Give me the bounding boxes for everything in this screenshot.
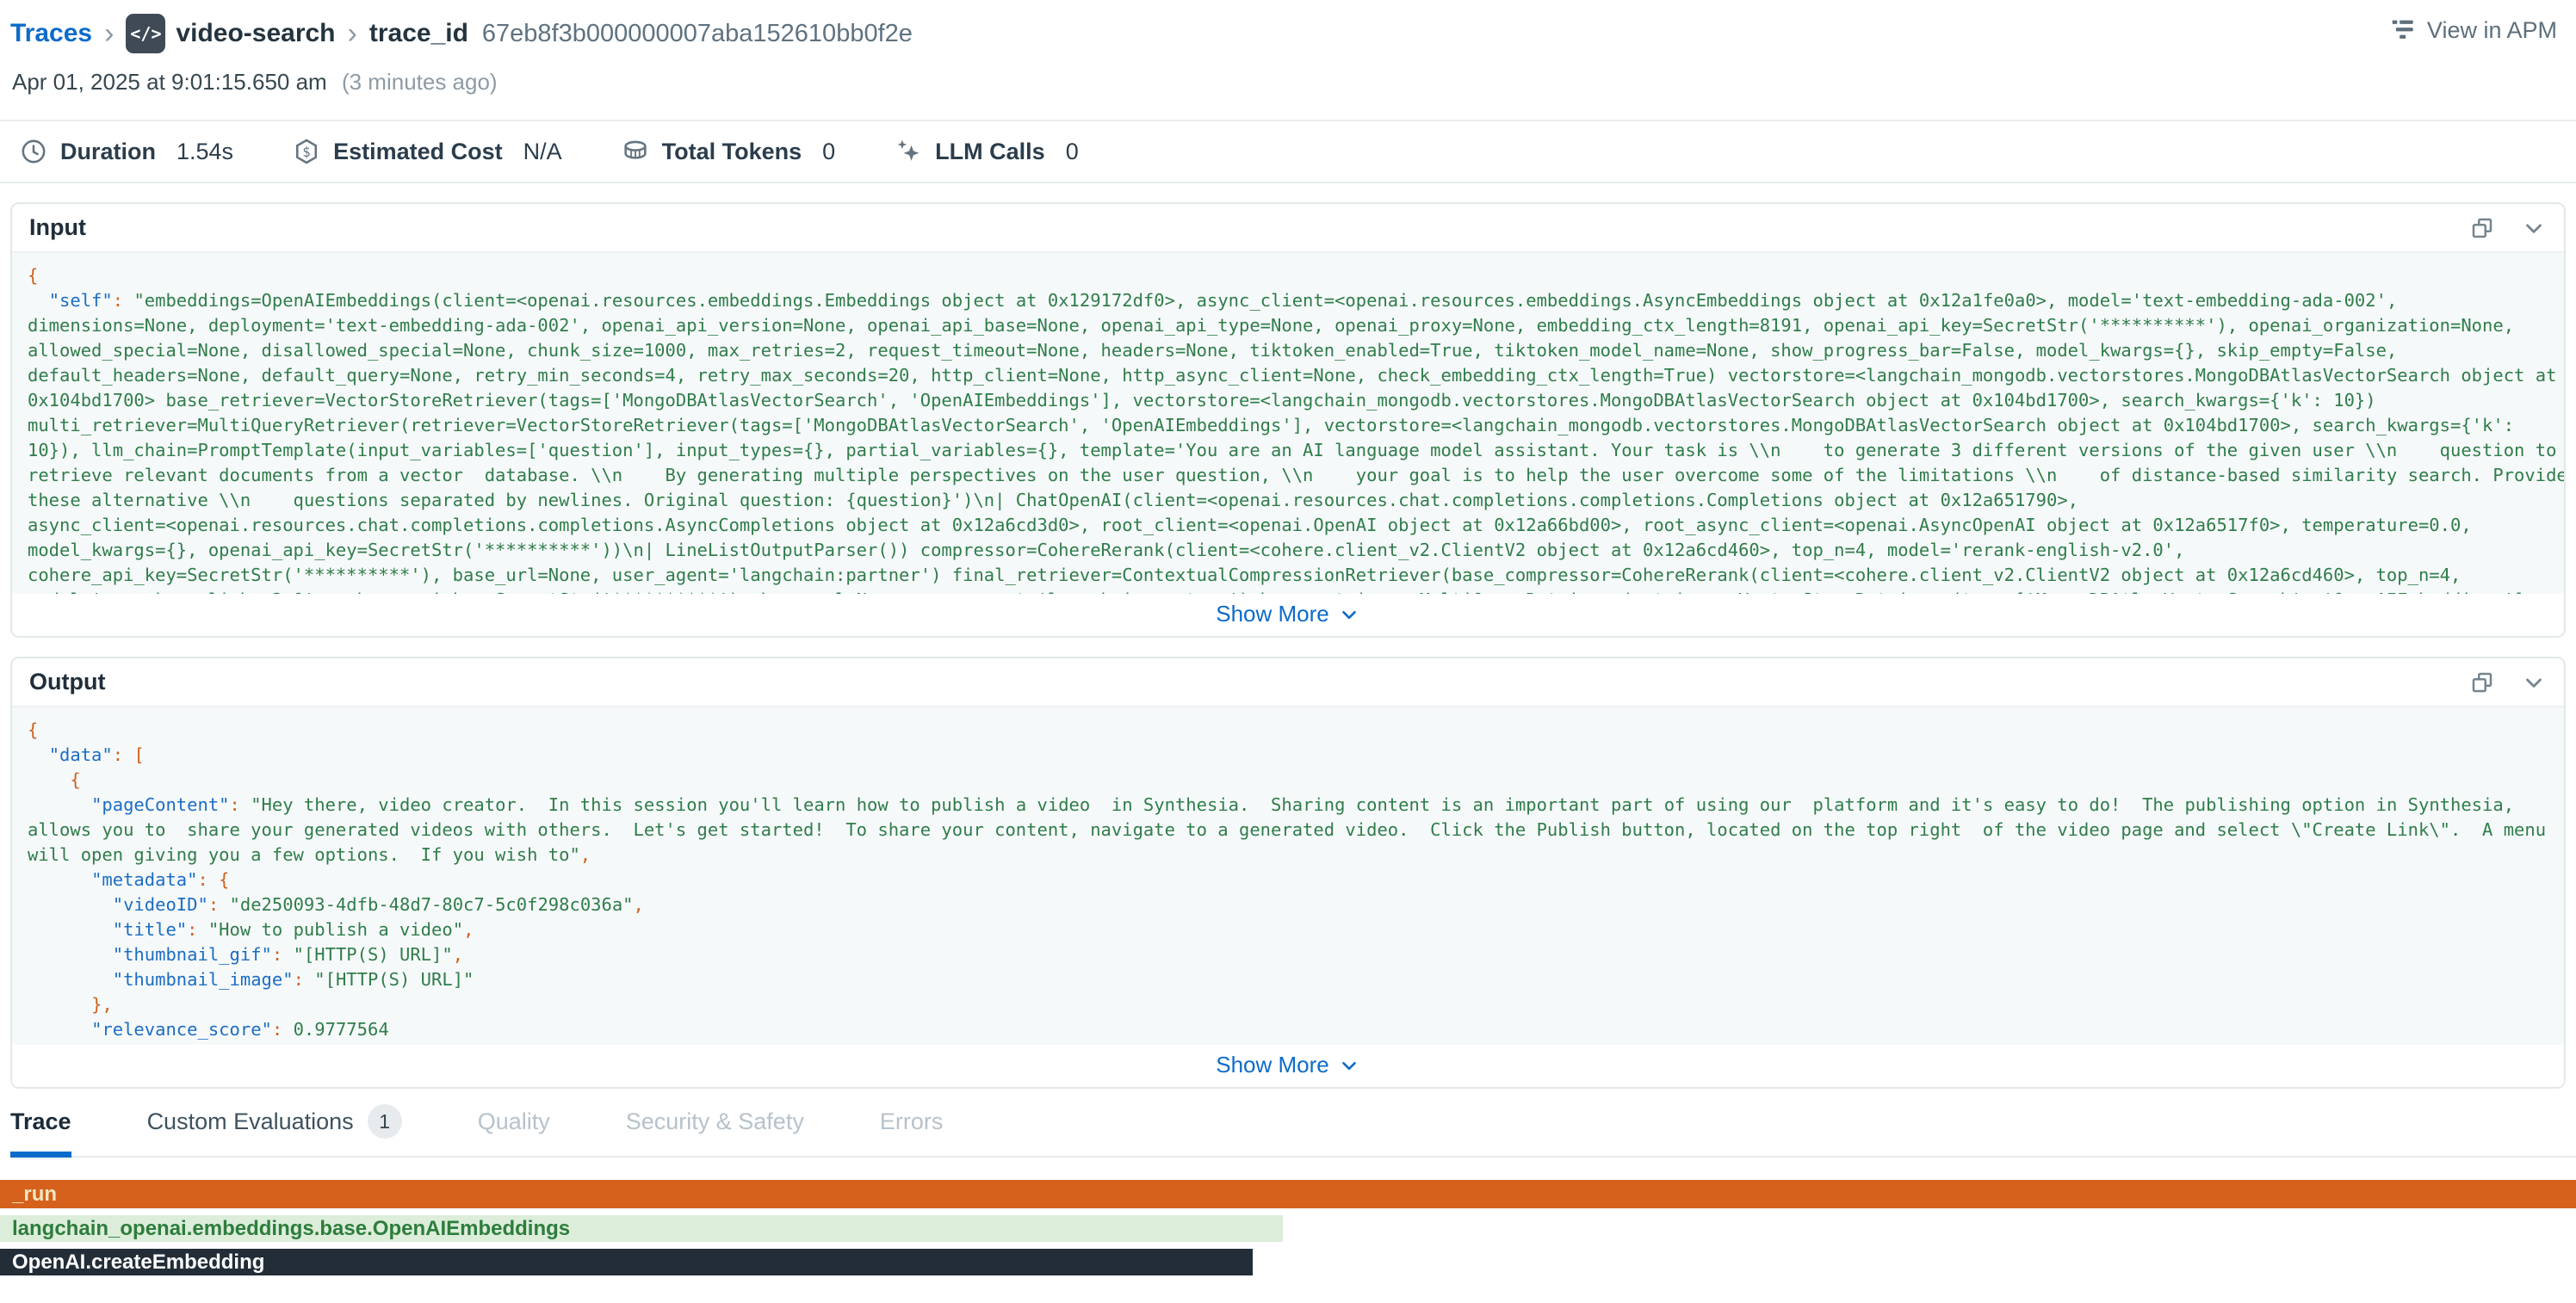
code-line: "relevance_score": 0.9777564 <box>28 1017 2548 1042</box>
metric-item: $ Estimated Cost N/A <box>292 137 562 166</box>
tab-label: Trace <box>10 1108 71 1135</box>
metric-item: LLM Calls 0 <box>894 137 1079 166</box>
metric-value: 0 <box>1066 139 1079 165</box>
output-panel-header: Output <box>12 658 2564 707</box>
input-show-more-button[interactable]: Show More <box>1216 601 1360 627</box>
flamegraph-icon <box>2387 15 2417 45</box>
input-panel-footer: Show More <box>12 594 2564 636</box>
code-line: "thumbnail_gif": "[HTTP(S) URL]", <box>28 942 2548 967</box>
trace-id-value: 67eb8f3b000000007aba152610bb0f2e <box>482 20 913 48</box>
trace-span-list: _run langchain_openai.embeddings.base.Op… <box>0 1180 2576 1275</box>
tab-errors[interactable]: Errors <box>880 1104 944 1156</box>
code-line: model='rerank-english-v2.0', cohere_api_… <box>28 588 2548 594</box>
tab-security-safety[interactable]: Security & Safety <box>626 1104 804 1156</box>
breadcrumb-service[interactable]: video-search <box>176 19 335 48</box>
output-panel-footer: Show More <box>12 1045 2564 1087</box>
tab-label: Security & Safety <box>626 1108 804 1135</box>
breadcrumb-traces-link[interactable]: Traces <box>10 19 92 48</box>
chevron-down-icon[interactable] <box>2521 215 2547 241</box>
code-line: retrieve relevant documents from a vecto… <box>28 463 2548 488</box>
metric-item: Duration 1.54s <box>19 137 233 166</box>
output-show-more-button[interactable]: Show More <box>1216 1052 1360 1078</box>
code-app-icon: </> <box>126 14 165 53</box>
span-label: langchain_openai.embeddings.base.OpenAIE… <box>12 1217 570 1241</box>
code-line: { <box>28 718 2548 743</box>
metric-label: LLM Calls <box>935 139 1045 165</box>
trace-span-bar[interactable]: OpenAI.createEmbedding <box>0 1249 1253 1275</box>
metric-label: Duration <box>60 139 156 165</box>
code-line: "videoID": "de250093-4dfb-48d7-80c7-5c0f… <box>28 892 2548 917</box>
output-panel: Output { "data": [ { "pageContent": "Hey… <box>10 657 2566 1089</box>
code-line: dimensions=None, deployment='text-embedd… <box>28 313 2548 338</box>
tab-label: Custom Evaluations <box>147 1108 354 1135</box>
detail-tabs: Trace Custom Evaluations 1 Quality Secur… <box>10 1104 2576 1158</box>
code-line: multi_retriever=MultiQueryRetriever(retr… <box>28 413 2548 438</box>
span-label: _run <box>12 1183 57 1207</box>
metric-value: 1.54s <box>176 139 233 165</box>
code-line: model_kwargs={}, openai_api_key=SecretSt… <box>28 538 2548 563</box>
tab-label: Errors <box>880 1108 944 1135</box>
svg-text:$: $ <box>302 145 310 160</box>
input-panel: Input { "self": "embeddings=OpenAIEmbedd… <box>10 202 2566 638</box>
trace-id-label: trace_id <box>369 19 468 48</box>
trace-timestamp: Apr 01, 2025 at 9:01:15.650 am <box>12 69 327 95</box>
metric-label: Total Tokens <box>662 139 802 165</box>
view-in-apm-label: View in APM <box>2427 17 2557 44</box>
code-line: "thumbnail_image": "[HTTP(S) URL]" <box>28 967 2548 992</box>
chevron-right-icon: › <box>102 21 115 46</box>
trace-span-bar[interactable]: _run <box>0 1180 2576 1208</box>
metric-value: 0 <box>822 139 835 165</box>
breadcrumb: Traces › </> video-search › trace_id 67e… <box>10 14 2559 53</box>
chevron-down-icon[interactable] <box>2521 670 2547 695</box>
trace-relative-time: (3 minutes ago) <box>342 69 498 95</box>
input-panel-header: Input <box>12 204 2564 253</box>
code-line: { <box>28 768 2548 793</box>
metrics-bar: Duration 1.54s $ Estimated Cost N/A Tota… <box>0 120 2576 183</box>
code-line: default_headers=None, default_query=None… <box>28 363 2548 388</box>
code-line: these alternative \\n questions separate… <box>28 488 2548 513</box>
code-line: will open giving you a few options. If y… <box>28 843 2548 868</box>
code-line: "metadata": { <box>28 868 2548 892</box>
code-line: cohere_api_key=SecretStr('**********'), … <box>28 563 2548 588</box>
clock-icon <box>19 137 48 166</box>
copy-icon[interactable] <box>2469 670 2495 695</box>
tab-count-badge: 1 <box>368 1104 402 1139</box>
code-line: "title": "How to publish a video", <box>28 917 2548 942</box>
trace-span-bar[interactable]: langchain_openai.embeddings.base.OpenAIE… <box>0 1215 1283 1242</box>
tokens-icon <box>621 137 650 166</box>
tab-trace[interactable]: Trace <box>10 1104 71 1156</box>
tab-label: Quality <box>478 1108 550 1135</box>
code-line: 10}), llm_chain=PromptTemplate(input_var… <box>28 438 2548 463</box>
copy-icon[interactable] <box>2469 215 2495 241</box>
cost-icon: $ <box>292 137 321 166</box>
metric-item: Total Tokens 0 <box>621 137 836 166</box>
page-header: Traces › </> video-search › trace_id 67e… <box>0 0 2576 96</box>
output-panel-title: Output <box>29 669 105 695</box>
code-line: "data": [ <box>28 743 2548 768</box>
output-code-block: { "data": [ { "pageContent": "Hey there,… <box>12 707 2564 1045</box>
code-line: allows you to share your generated video… <box>28 818 2548 843</box>
input-code-block: { "self": "embeddings=OpenAIEmbeddings(c… <box>12 253 2564 594</box>
code-line: async_client=<openai.resources.chat.comp… <box>28 513 2548 538</box>
tab-custom-evaluations[interactable]: Custom Evaluations 1 <box>147 1104 402 1156</box>
code-line: "self": "embeddings=OpenAIEmbeddings(cli… <box>28 288 2548 313</box>
trace-timestamp-row: Apr 01, 2025 at 9:01:15.650 am (3 minute… <box>12 69 2559 96</box>
code-line: allowed_special=None, disallowed_special… <box>28 338 2548 363</box>
metric-label: Estimated Cost <box>333 139 503 165</box>
chevron-down-icon <box>1338 603 1360 626</box>
sparkles-icon <box>894 137 923 166</box>
chevron-down-icon <box>1338 1054 1360 1077</box>
metric-value: N/A <box>523 139 562 165</box>
view-in-apm-button[interactable]: View in APM <box>2387 15 2557 45</box>
span-label: OpenAI.createEmbedding <box>12 1251 264 1275</box>
code-line: 0x104bd1700> base_retriever=VectorStoreR… <box>28 388 2548 413</box>
input-panel-title: Input <box>29 214 86 241</box>
code-line: }, <box>28 992 2548 1017</box>
code-line: { <box>28 263 2548 288</box>
tab-quality[interactable]: Quality <box>478 1104 550 1156</box>
chevron-right-icon: › <box>346 21 359 46</box>
code-line: "pageContent": "Hey there, video creator… <box>28 793 2548 818</box>
